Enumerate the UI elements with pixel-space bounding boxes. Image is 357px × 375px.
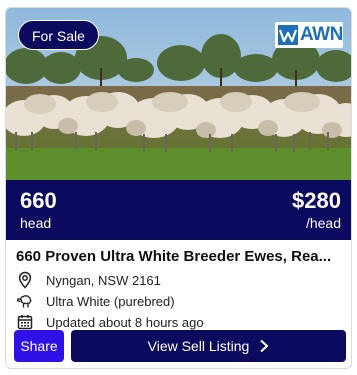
awn-logo: AWN: [275, 22, 343, 48]
location-row: Nyngan, NSW 2161: [16, 270, 161, 290]
share-button-label: Share: [20, 338, 58, 354]
calendar-icon: [17, 315, 33, 330]
view-sell-listing-button[interactable]: View Sell Listing: [71, 330, 346, 362]
price-bar: 660 head $280 /head: [6, 180, 351, 240]
head-count-unit: head: [20, 215, 52, 231]
breed-text: Ultra White (purebred): [46, 293, 175, 309]
chevron-right-icon: [260, 339, 269, 353]
sheep-icon: [16, 295, 32, 308]
price-unit: /head: [305, 215, 341, 231]
breed-row: Ultra White (purebred): [16, 291, 175, 311]
listing-card[interactable]: For Sale AWN 660 head $280 /head 660 Pro…: [5, 7, 352, 369]
share-button[interactable]: Share: [14, 330, 64, 362]
listing-title[interactable]: 660 Proven Ultra White Breeder Ewes, Rea…: [16, 248, 346, 265]
for-sale-badge: For Sale: [18, 20, 99, 50]
price-per-head: $280: [292, 188, 341, 213]
awn-logo-text: AWN: [300, 24, 343, 45]
location-text: Nyngan, NSW 2161: [46, 272, 161, 288]
updated-text: Updated about 8 hours ago: [46, 314, 204, 330]
listing-photo[interactable]: For Sale AWN: [6, 8, 351, 180]
updated-row: Updated about 8 hours ago: [16, 312, 204, 332]
map-pin-icon: [18, 271, 32, 289]
view-sell-listing-label: View Sell Listing: [147, 338, 250, 354]
awn-logo-mark-icon: [278, 25, 298, 45]
head-count: 660: [20, 188, 57, 213]
